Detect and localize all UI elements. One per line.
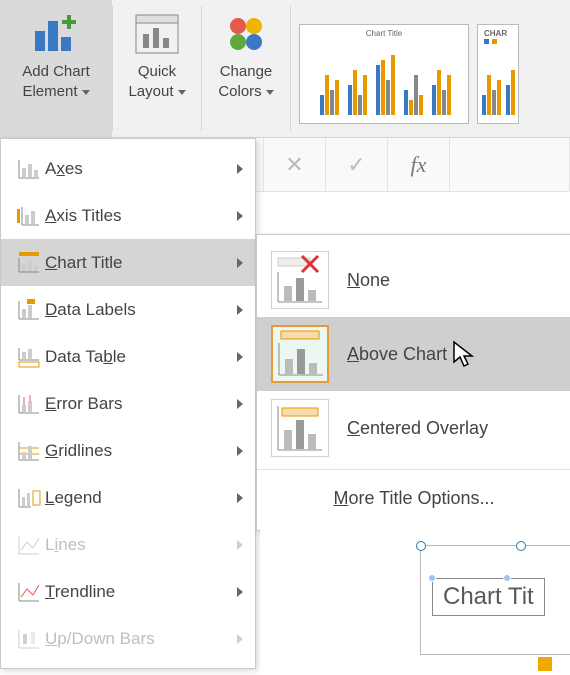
chart-style-thumb-1[interactable]: Chart Title	[299, 24, 469, 124]
chart-title-icon	[13, 252, 45, 274]
change-colors-icon	[208, 6, 284, 62]
error-bars-icon	[13, 393, 45, 415]
add-chart-element-button[interactable]: Add Chart Element	[0, 0, 112, 137]
data-table-icon	[13, 346, 45, 368]
data-labels-icon	[13, 299, 45, 321]
chevron-right-icon	[237, 399, 243, 409]
chevron-right-icon	[237, 305, 243, 315]
menu-item-chart-title[interactable]: Chart Title	[1, 239, 255, 286]
menu-item-lines: Lines	[1, 521, 255, 568]
menu-item-data-labels[interactable]: Data Labels	[1, 286, 255, 333]
menu-item-error-bars[interactable]: Error Bars	[1, 380, 255, 427]
menu-item-trendline[interactable]: Trendline	[1, 568, 255, 615]
chart-legend-swatch	[538, 657, 552, 671]
add-chart-element-label-2: Element	[22, 82, 77, 102]
menu-item-legend[interactable]: Legend	[1, 474, 255, 521]
chart-title-submenu: None Above Chart Centered Overlay More T…	[256, 234, 570, 531]
worksheet-area: Chart Tit	[260, 530, 570, 675]
add-chart-element-menu: Axes Axis Titles Chart Title Data Labels…	[0, 138, 256, 669]
gridlines-icon	[13, 440, 45, 462]
chart-title-box[interactable]: Chart Tit	[432, 578, 545, 616]
chevron-down-icon	[266, 90, 274, 95]
change-colors-button[interactable]: Change Colors	[202, 0, 290, 137]
trendline-icon	[13, 581, 45, 603]
chevron-right-icon	[237, 634, 243, 644]
chevron-right-icon	[237, 352, 243, 362]
menu-item-data-table[interactable]: Data Table	[1, 333, 255, 380]
submenu-item-centered-overlay[interactable]: Centered Overlay	[257, 391, 570, 465]
quick-layout-label-2: Layout	[128, 82, 173, 102]
enter-icon: ✓	[326, 138, 388, 191]
chevron-right-icon	[237, 540, 243, 550]
change-colors-label-2: Colors	[218, 82, 261, 102]
quick-layout-button[interactable]: Quick Layout	[113, 0, 201, 137]
chart-title-text: Chart Tit	[443, 583, 534, 610]
chevron-right-icon	[237, 164, 243, 174]
none-thumb-icon	[271, 251, 329, 309]
axis-titles-icon	[13, 205, 45, 227]
chart-style-gallery: Chart Title CHAR	[291, 0, 519, 137]
quick-layout-label-1: Quick	[128, 62, 185, 82]
chevron-down-icon	[178, 90, 186, 95]
chevron-right-icon	[237, 446, 243, 456]
chevron-right-icon	[237, 493, 243, 503]
chevron-right-icon	[237, 211, 243, 221]
submenu-item-more-options[interactable]: More Title Options...	[257, 474, 570, 522]
updown-bars-icon	[13, 628, 45, 650]
ribbon: Add Chart Element Quick Layout	[0, 0, 570, 138]
chevron-right-icon	[237, 587, 243, 597]
add-chart-element-icon	[6, 6, 106, 62]
submenu-item-above-chart[interactable]: Above Chart	[257, 317, 570, 391]
quick-layout-icon	[119, 6, 195, 62]
above-chart-thumb-icon	[271, 325, 329, 383]
centered-overlay-thumb-icon	[271, 399, 329, 457]
menu-item-axis-titles[interactable]: Axis Titles	[1, 192, 255, 239]
axes-icon	[13, 158, 45, 180]
legend-icon	[13, 487, 45, 509]
lines-icon	[13, 534, 45, 556]
change-colors-label-1: Change	[218, 62, 273, 82]
insert-function-button[interactable]: fx	[388, 138, 450, 191]
submenu-item-none[interactable]: None	[257, 243, 570, 317]
formula-input[interactable]	[450, 138, 570, 191]
menu-item-gridlines[interactable]: Gridlines	[1, 427, 255, 474]
menu-item-updown-bars: Up/Down Bars	[1, 615, 255, 662]
chevron-right-icon	[237, 258, 243, 268]
cancel-icon: ✕	[264, 138, 326, 191]
chart-style-thumb-2[interactable]: CHAR	[477, 24, 519, 124]
menu-separator	[257, 469, 570, 470]
menu-item-axes[interactable]: Axes	[1, 145, 255, 192]
chevron-down-icon	[82, 90, 90, 95]
add-chart-element-label-1: Add Chart	[22, 62, 90, 82]
